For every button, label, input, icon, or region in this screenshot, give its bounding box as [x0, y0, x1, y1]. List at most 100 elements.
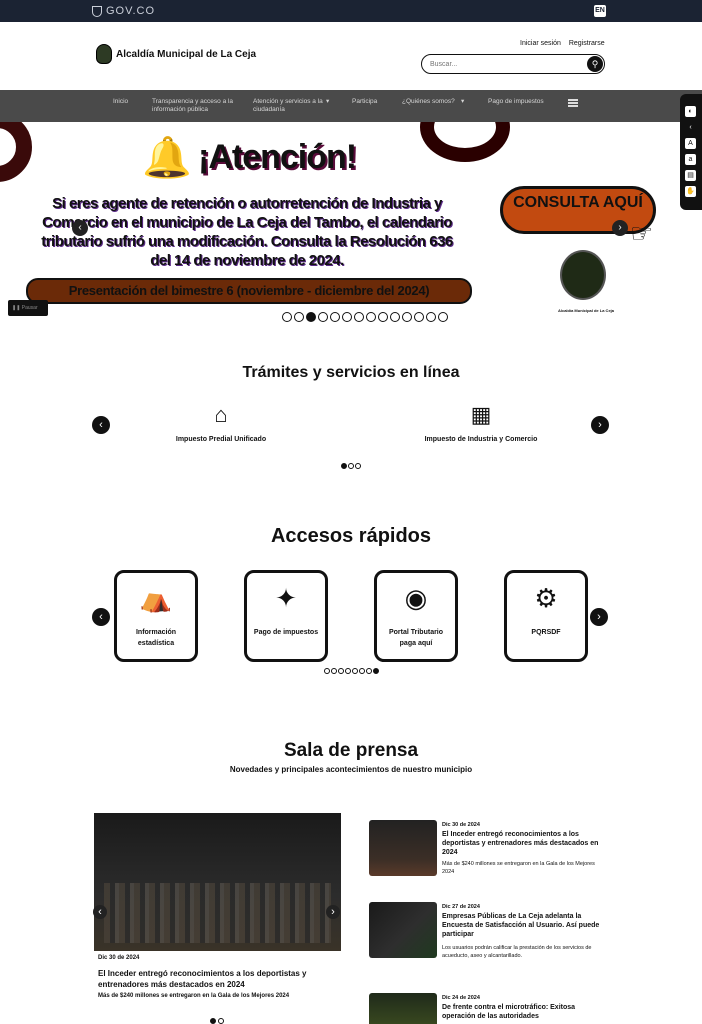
- gov-top-bar: GOV.CO EN: [0, 0, 702, 22]
- decorative-ring: [420, 122, 510, 162]
- news-thumbnail: [369, 902, 437, 958]
- accessibility-toolbar: ◐ ‹ A a ▤ ✋: [680, 94, 702, 210]
- pagination-dot[interactable]: [426, 312, 436, 322]
- pagination-dot[interactable]: [359, 668, 365, 674]
- language-toggle-button[interactable]: EN: [594, 5, 606, 17]
- pagination-dot[interactable]: [402, 312, 412, 322]
- featured-next-button[interactable]: ›: [326, 905, 340, 919]
- nav-item-inicio[interactable]: Inicio: [113, 98, 128, 106]
- news-date: Dic 24 de 2024: [442, 995, 480, 1001]
- hero-next-button[interactable]: ›: [612, 220, 628, 236]
- pagination-dot[interactable]: [341, 463, 347, 469]
- tramites-next-button[interactable]: ›: [591, 416, 609, 434]
- news-title[interactable]: Empresas Públicas de La Ceja adelanta la…: [442, 912, 602, 939]
- hero-heading: ¡Atención!: [198, 138, 357, 176]
- observatory-icon: ⛺: [139, 583, 173, 613]
- card-label: Portal Tributario paga aquí: [388, 629, 444, 647]
- pagination-dot[interactable]: [414, 312, 424, 322]
- pagination-dot[interactable]: [282, 312, 292, 322]
- pagination-dot[interactable]: [438, 312, 448, 322]
- municipal-seal-icon: [560, 250, 606, 300]
- hero-banner: 🔔 ¡Atención! Si eres agente de retención…: [0, 122, 702, 332]
- featured-news-image[interactable]: [94, 813, 341, 951]
- featured-date: Dic 30 de 2024: [98, 955, 140, 961]
- pagination-dot[interactable]: [378, 312, 388, 322]
- slider-pause-button[interactable]: ❚❚ Pausar: [8, 300, 48, 316]
- acceso-card-pqrsdf[interactable]: ⚙ PQRSDF: [504, 570, 588, 662]
- search-box: ⚲: [421, 54, 605, 74]
- pagination-dot[interactable]: [342, 312, 352, 322]
- tramite-label: Impuesto de Industria y Comercio: [424, 436, 538, 443]
- photo-crowd: [104, 883, 331, 943]
- font-increase-icon[interactable]: A: [685, 138, 696, 149]
- gov-co-label: GOV.CO: [106, 5, 155, 17]
- pagination-dot[interactable]: [318, 312, 328, 322]
- chevron-down-icon: ▾: [461, 98, 465, 105]
- search-icon[interactable]: ⚲: [587, 56, 603, 72]
- card-label: Información estadística: [135, 629, 177, 647]
- pagination-dot[interactable]: [345, 668, 351, 674]
- acceso-card-portal-tributario[interactable]: ◉ Portal Tributario paga aquí: [374, 570, 458, 662]
- sign-language-icon[interactable]: ✋: [685, 186, 696, 197]
- nav-item-transparencia[interactable]: Transparencia y acceso a la información …: [152, 98, 234, 114]
- reading-icon[interactable]: ▤: [685, 170, 696, 181]
- featured-title[interactable]: El Inceder entregó reconocimientos a los…: [98, 968, 338, 990]
- hero-prev-button[interactable]: ‹: [72, 220, 88, 236]
- card-label: Pago de impuestos: [253, 629, 319, 636]
- pagination-dot[interactable]: [366, 668, 372, 674]
- coins-icon: ◉: [404, 583, 428, 613]
- search-input[interactable]: [430, 58, 580, 70]
- featured-summary: Más de $240 millones se entregaron en la…: [98, 993, 290, 999]
- register-link[interactable]: Registrarse: [569, 40, 605, 47]
- site-brand[interactable]: Alcaldía Municipal de La Ceja: [96, 44, 256, 64]
- tramite-industria-comercio[interactable]: ▦ Impuesto de Industria y Comercio: [391, 402, 571, 443]
- hero-pagination: [282, 312, 448, 322]
- contrast-icon[interactable]: ◐: [685, 106, 696, 117]
- pagination-dot[interactable]: [324, 668, 330, 674]
- collapse-icon[interactable]: ‹: [685, 122, 696, 133]
- municipal-seal-icon: [96, 44, 112, 64]
- acceso-card-estadistica[interactable]: ⛺ Información estadística: [114, 570, 198, 662]
- pagination-dot[interactable]: [331, 668, 337, 674]
- featured-prev-button[interactable]: ‹: [93, 905, 107, 919]
- auth-links: Iniciar sesión Registrarse: [520, 40, 605, 47]
- period-banner: Presentación del bimestre 6 (noviembre -…: [26, 278, 472, 304]
- calculator-icon: ▦: [470, 402, 492, 427]
- prensa-title: Sala de prensa: [283, 740, 419, 761]
- tramites-title: Trámites y servicios en línea: [242, 364, 460, 381]
- bell-icon: 🔔: [142, 136, 192, 180]
- pagination-dot[interactable]: [348, 463, 354, 469]
- news-title[interactable]: El Inceder entregó reconocimientos a los…: [442, 830, 602, 857]
- chevron-down-icon: ▾: [326, 98, 330, 105]
- pagination-dot[interactable]: [330, 312, 340, 322]
- hamburger-menu-icon[interactable]: [568, 99, 578, 107]
- news-summary: Más de $240 millones se entregaron en la…: [442, 861, 595, 875]
- pagination-dot[interactable]: [354, 312, 364, 322]
- pagination-dot[interactable]: [366, 312, 376, 322]
- pagination-dot[interactable]: [390, 312, 400, 322]
- card-label: PQRSDF: [531, 629, 561, 636]
- tramites-pagination: [341, 463, 361, 469]
- tramites-prev-button[interactable]: ‹: [92, 416, 110, 434]
- nav-item-quienes-somos[interactable]: ¿Quiénes somos?: [402, 98, 455, 106]
- nav-item-pago-impuestos[interactable]: Pago de impuestos: [488, 98, 544, 106]
- site-name: Alcaldía Municipal de La Ceja: [116, 48, 257, 60]
- hero-body: Si eres agente de retención o autorreten…: [41, 195, 453, 269]
- pagination-dot[interactable]: [355, 463, 361, 469]
- acceso-card-pago[interactable]: ✦ Pago de impuestos: [244, 570, 328, 662]
- pagination-dot[interactable]: [352, 668, 358, 674]
- accesos-next-button[interactable]: ›: [590, 608, 608, 626]
- pagination-dot[interactable]: [373, 668, 379, 674]
- news-title[interactable]: De frente contra el microtráfico: Exitos…: [442, 1003, 602, 1021]
- pagination-dot[interactable]: [294, 312, 304, 322]
- nav-item-participa[interactable]: Participa: [352, 98, 377, 106]
- gov-co-logo[interactable]: GOV.CO: [92, 5, 155, 17]
- tramite-predial[interactable]: ⌂ Impuesto Predial Unificado: [131, 402, 311, 443]
- font-decrease-icon[interactable]: a: [685, 154, 696, 165]
- pagination-dot[interactable]: [338, 668, 344, 674]
- nav-item-atencion[interactable]: Atención y servicios a la ciudadanía: [253, 98, 325, 114]
- seal-caption: Alcaldía Municipal de La Ceja: [557, 308, 614, 313]
- login-link[interactable]: Iniciar sesión: [520, 40, 561, 47]
- accesos-prev-button[interactable]: ‹: [92, 608, 110, 626]
- pagination-dot[interactable]: [306, 312, 316, 322]
